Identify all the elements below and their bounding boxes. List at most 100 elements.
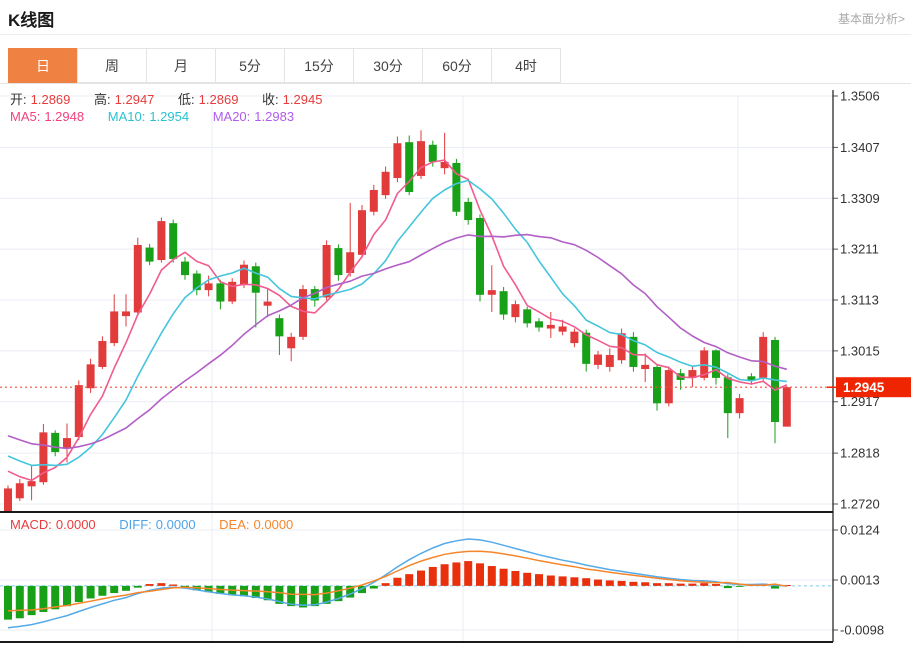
diff-label: DIFF: [119,517,152,532]
macd-bar [16,586,24,618]
ma20-value: 1.2983 [254,109,294,124]
candle-body [252,266,260,292]
macd-axis-label: 0.0124 [840,523,880,538]
candle-body [181,262,189,275]
candle-body [51,433,59,452]
fundamental-analysis-link[interactable]: 基本面分析> [838,10,905,27]
tab-4hour[interactable]: 4时 [491,48,561,83]
low-value: 1.2869 [199,92,239,107]
ma10-value: 1.2954 [149,109,189,124]
main-pane [0,130,833,511]
page-title: K线图 [8,6,54,31]
price-axis-label: 1.3113 [840,293,879,308]
macd-bar [169,585,177,586]
candle-body [429,145,437,162]
candle-body [500,291,508,314]
macd-bar [405,574,413,586]
tab-15min[interactable]: 15分 [284,48,354,83]
macd-bar [75,586,83,602]
diff-value: 0.0000 [156,517,196,532]
macd-bar [606,580,614,585]
candle-body [759,337,767,378]
current-price-text: 1.2945 [843,380,885,395]
tab-30min[interactable]: 30分 [353,48,423,83]
tab-month[interactable]: 月 [146,48,216,83]
macd-bar [688,584,696,586]
macd-bar [299,586,307,608]
tab-day[interactable]: 日 [8,48,78,83]
dea-value: 0.0000 [254,517,294,532]
macd-bar [157,583,165,586]
macd-bar [98,586,106,596]
tab-5min[interactable]: 5分 [215,48,285,83]
candle-body [547,325,555,329]
macd-bar [724,586,732,588]
candle-body [736,398,744,413]
candle-body [157,221,165,260]
macd-bar [712,584,720,586]
candle-body [559,326,567,331]
tab-week[interactable]: 周 [77,48,147,83]
macd-bar [87,586,95,599]
candle-body [264,302,272,306]
ohlc-legend: 开:1.2869 高:1.2947 低:1.2869 收:1.2945 [10,89,326,108]
ma5-label: MA5: [10,109,40,124]
macd-bar [452,562,460,585]
macd-bar [665,583,673,586]
macd-bar [677,584,685,586]
macd-bar [370,586,378,589]
macd-bar [594,580,602,586]
macd-bar [523,573,531,586]
candle-body [98,341,106,367]
macd-bar [535,574,543,586]
candle-body [594,355,602,365]
macd-bar [63,586,71,606]
macd-bar [417,571,425,586]
high-label: 高: [94,92,111,107]
candle-body [511,304,519,317]
macd-bar [311,586,319,606]
close-value: 1.2945 [283,92,323,107]
candle-body [535,321,543,327]
macd-bar [570,577,578,586]
macd-histogram [4,561,791,620]
macd-bar [110,586,118,593]
ma20-label: MA20: [213,109,251,124]
candle-body [87,364,95,388]
candle-body [523,309,531,323]
low-label: 低: [178,92,195,107]
candle-body [16,483,24,498]
candle-body [75,385,83,437]
macd-bar [4,586,12,620]
open-value: 1.2869 [31,92,71,107]
macd-bar [146,584,154,586]
dea-label: DEA: [219,517,249,532]
candle-body [653,367,661,403]
macd-bar [629,582,637,586]
macd-bar [122,586,130,591]
candle-body [275,318,283,336]
candle-body [382,172,390,195]
macd-axis-label: -0.0098 [840,623,884,638]
candle-body [205,283,213,290]
kline-chart[interactable]: 1.35061.34071.33091.32111.31131.30151.29… [0,85,911,646]
high-value: 1.2947 [115,92,155,107]
candle-body [570,332,578,343]
macd-label: MACD: [10,517,52,532]
price-axis-label: 1.3211 [840,242,879,257]
macd-bar [441,564,449,586]
macd-bar [393,578,401,586]
macd-axis-label: 0.0013 [840,573,880,588]
macd-bar [429,567,437,586]
tab-60min[interactable]: 60分 [422,48,492,83]
macd-bar [500,569,508,586]
macd-bar [488,566,496,586]
candle-body [641,365,649,369]
price-axis-label: 1.2720 [840,497,880,512]
candle-body [287,337,295,348]
ma10-line [8,180,787,465]
candle-body [28,481,36,486]
candle-body [134,245,142,312]
candle-body [110,311,118,343]
macd-legend: MACD:0.0000 DIFF:0.0000 DEA:0.0000 [10,517,297,532]
